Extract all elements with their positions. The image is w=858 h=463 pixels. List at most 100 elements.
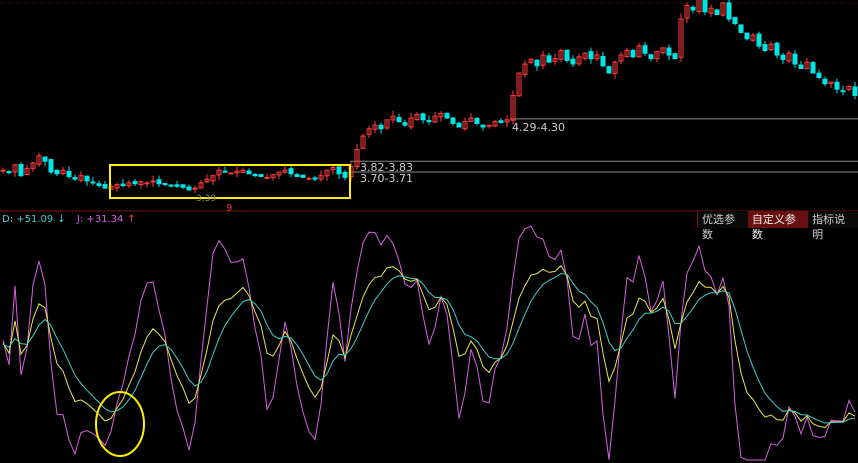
candle bbox=[744, 32, 750, 41]
candle bbox=[504, 115, 510, 128]
candle-body bbox=[102, 184, 108, 189]
candle bbox=[0, 167, 6, 174]
candle bbox=[414, 112, 420, 121]
candle bbox=[276, 171, 282, 180]
candle bbox=[96, 180, 102, 188]
candle-body bbox=[378, 124, 384, 130]
candle bbox=[132, 179, 138, 187]
candle bbox=[810, 61, 816, 74]
indicator-help-button[interactable]: 指标说明 bbox=[808, 211, 858, 241]
candle-body bbox=[780, 54, 786, 60]
candle-body bbox=[42, 156, 48, 162]
candle bbox=[234, 166, 240, 178]
candle bbox=[720, 2, 726, 17]
candle bbox=[360, 133, 366, 149]
candle bbox=[288, 164, 294, 178]
candle-body bbox=[258, 174, 264, 178]
candle-body bbox=[822, 78, 828, 85]
candle bbox=[150, 175, 156, 187]
candle bbox=[312, 175, 318, 182]
candle-body bbox=[96, 183, 102, 186]
candle-body bbox=[450, 117, 456, 124]
candle-body bbox=[756, 33, 762, 47]
custom-params-button[interactable]: 自定义参数 bbox=[747, 211, 809, 241]
candle bbox=[456, 121, 462, 128]
candle bbox=[60, 166, 66, 176]
candle bbox=[798, 61, 804, 70]
candle bbox=[576, 53, 582, 66]
candle bbox=[780, 52, 786, 65]
candle bbox=[12, 164, 18, 177]
candle-body bbox=[222, 170, 228, 173]
candle bbox=[558, 48, 564, 63]
candle bbox=[648, 54, 654, 62]
candle bbox=[144, 181, 150, 188]
candle-body bbox=[162, 183, 168, 186]
candle-body bbox=[186, 186, 192, 191]
candle bbox=[102, 181, 108, 189]
candle bbox=[522, 60, 528, 78]
candle bbox=[384, 119, 390, 130]
candle-body bbox=[672, 53, 678, 60]
candle bbox=[300, 174, 306, 178]
d-value: D: +51.09 ↓ bbox=[2, 214, 70, 225]
candle bbox=[738, 24, 744, 34]
candle bbox=[168, 183, 174, 188]
candle bbox=[438, 111, 444, 122]
candle bbox=[774, 41, 780, 59]
candle bbox=[222, 166, 228, 173]
candle-body bbox=[774, 42, 780, 56]
candle-body bbox=[246, 170, 252, 175]
candle bbox=[48, 158, 54, 175]
candle-body bbox=[264, 176, 270, 179]
candle-body bbox=[762, 44, 768, 51]
candle bbox=[252, 173, 258, 178]
candle-body bbox=[810, 62, 816, 74]
candle bbox=[516, 72, 522, 97]
candle-body bbox=[120, 183, 126, 186]
candle bbox=[432, 111, 438, 123]
candle-body bbox=[456, 122, 462, 128]
candle bbox=[606, 65, 612, 74]
candle bbox=[408, 112, 414, 130]
candle bbox=[732, 16, 738, 26]
optimal-params-button[interactable]: 优选参数 bbox=[698, 211, 748, 241]
candle-body bbox=[648, 54, 654, 60]
candle-body bbox=[294, 174, 300, 178]
candle bbox=[570, 55, 576, 67]
candle bbox=[684, 2, 690, 24]
candle bbox=[336, 164, 342, 180]
candle-body bbox=[312, 177, 318, 180]
candle bbox=[714, 8, 720, 16]
candle bbox=[54, 169, 60, 177]
candle bbox=[792, 49, 798, 68]
candle-body bbox=[306, 177, 312, 180]
candle-body bbox=[630, 50, 636, 58]
candle bbox=[246, 168, 252, 175]
candle bbox=[852, 82, 858, 100]
price-level-label: 3.70-3.71 bbox=[360, 172, 413, 185]
candle bbox=[636, 42, 642, 58]
candle bbox=[762, 40, 768, 53]
candle bbox=[564, 49, 570, 63]
candle bbox=[216, 166, 222, 180]
candle bbox=[546, 52, 552, 63]
candle bbox=[588, 47, 594, 64]
candle bbox=[822, 76, 828, 87]
candle-body bbox=[474, 117, 480, 124]
candle bbox=[264, 174, 270, 179]
candle bbox=[396, 113, 402, 123]
candle-body bbox=[444, 112, 450, 119]
candle-body bbox=[336, 166, 342, 175]
candle bbox=[258, 173, 264, 178]
candle bbox=[540, 50, 546, 70]
d-label: D: +51.09 bbox=[2, 214, 54, 225]
candle bbox=[828, 81, 834, 88]
candle-body bbox=[156, 179, 162, 185]
candle-body bbox=[480, 124, 486, 128]
candle-body bbox=[48, 159, 54, 173]
candle-body bbox=[180, 184, 186, 188]
candle bbox=[192, 185, 198, 193]
candle bbox=[462, 117, 468, 132]
highlight-circle bbox=[95, 391, 145, 457]
